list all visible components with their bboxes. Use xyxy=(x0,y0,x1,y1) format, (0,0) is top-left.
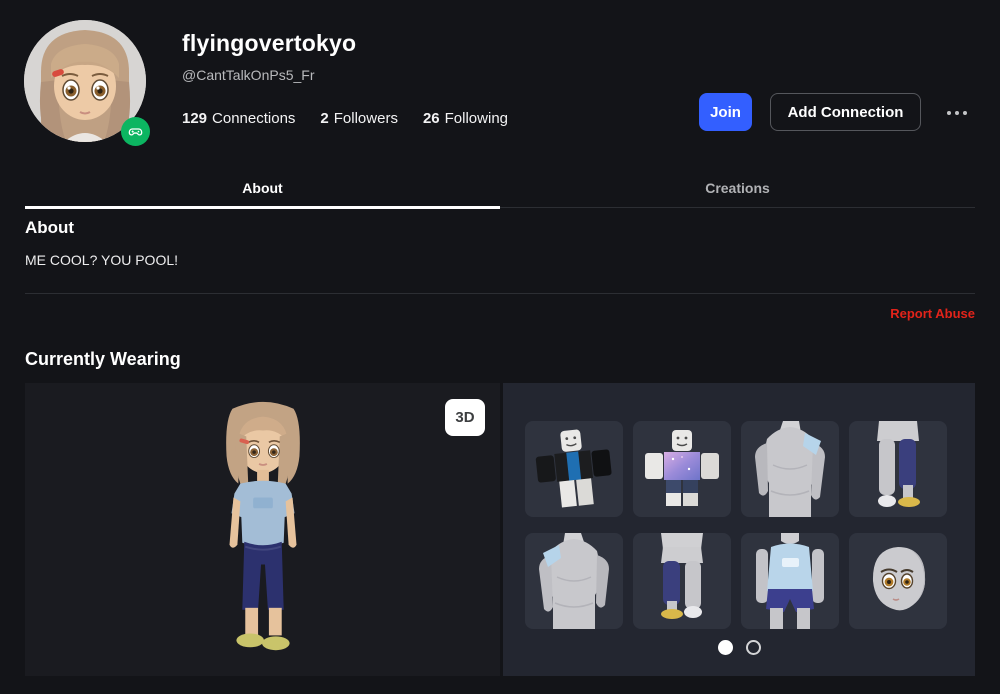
profile-page: flyingovertokyo @CantTalkOnPs5_Fr 129 Con… xyxy=(0,0,1000,694)
profile-avatar xyxy=(24,20,146,142)
item-gray-torso-right-shoulder[interactable] xyxy=(741,421,839,517)
user-bio-text: ME COOL? YOU POOL! xyxy=(25,252,178,268)
following-count: 26 xyxy=(423,110,440,127)
about-heading: About xyxy=(25,218,74,238)
3d-toggle-button[interactable]: 3D xyxy=(445,399,485,436)
blue-tank-swimsuit-icon xyxy=(741,533,839,629)
item-blue-tank-swimsuit[interactable] xyxy=(741,533,839,629)
navy-capri-leg-icon xyxy=(633,533,731,629)
gray-torso-icon xyxy=(741,421,839,517)
tab-creations[interactable]: Creations xyxy=(500,169,975,207)
carousel-dot-2[interactable] xyxy=(746,640,761,655)
wearing-items-panel xyxy=(503,383,975,676)
join-button[interactable]: Join xyxy=(699,93,752,131)
avatar-3d-render xyxy=(179,395,347,663)
carousel-pagination xyxy=(503,640,975,655)
ellipsis-icon xyxy=(955,111,959,115)
page-title-username: flyingovertokyo xyxy=(182,30,356,57)
stat-following[interactable]: 26 Following xyxy=(423,110,508,127)
carousel-dot-1[interactable] xyxy=(718,640,733,655)
ellipsis-icon xyxy=(947,111,951,115)
item-gray-torso-left-shoulder[interactable] xyxy=(525,533,623,629)
black-jacket-blue-shirt-icon xyxy=(525,421,623,517)
user-handle: @CantTalkOnPs5_Fr xyxy=(182,67,314,83)
connections-count: 129 xyxy=(182,110,207,127)
tab-about[interactable]: About xyxy=(25,169,500,207)
item-navy-capri-pants-right-leg[interactable] xyxy=(849,421,947,517)
item-black-jacket-blue-shirt[interactable] xyxy=(525,421,623,517)
item-navy-capri-pants-left-leg[interactable] xyxy=(633,533,731,629)
item-anime-style-head[interactable] xyxy=(849,533,947,629)
ellipsis-icon xyxy=(963,111,967,115)
profile-stats: 129 Connections 2 Followers 26 Following xyxy=(182,110,508,127)
wearing-items-grid xyxy=(525,421,947,629)
in-game-presence-badge xyxy=(121,117,150,146)
currently-wearing-heading: Currently Wearing xyxy=(25,349,181,370)
followers-label: Followers xyxy=(334,110,398,127)
report-abuse-link[interactable]: Report Abuse xyxy=(890,306,975,321)
gray-torso-mirrored-icon xyxy=(525,533,623,629)
followers-count: 2 xyxy=(320,110,328,127)
profile-tabbar: About Creations xyxy=(25,169,975,208)
add-connection-button[interactable]: Add Connection xyxy=(770,93,921,131)
more-menu-button[interactable] xyxy=(938,100,976,126)
avatar-3d-viewer[interactable]: 3D xyxy=(25,383,500,676)
section-divider xyxy=(25,293,975,294)
stat-followers[interactable]: 2 Followers xyxy=(320,110,398,127)
connections-label: Connections xyxy=(212,110,295,127)
item-galaxy-top-denim-outfit[interactable] xyxy=(633,421,731,517)
anime-head-icon xyxy=(849,533,947,629)
stat-connections[interactable]: 129 Connections xyxy=(182,110,295,127)
gamepad-icon xyxy=(127,123,144,140)
following-label: Following xyxy=(445,110,508,127)
navy-capri-pants-icon xyxy=(849,421,947,517)
galaxy-top-denim-outfit-icon xyxy=(633,421,731,517)
